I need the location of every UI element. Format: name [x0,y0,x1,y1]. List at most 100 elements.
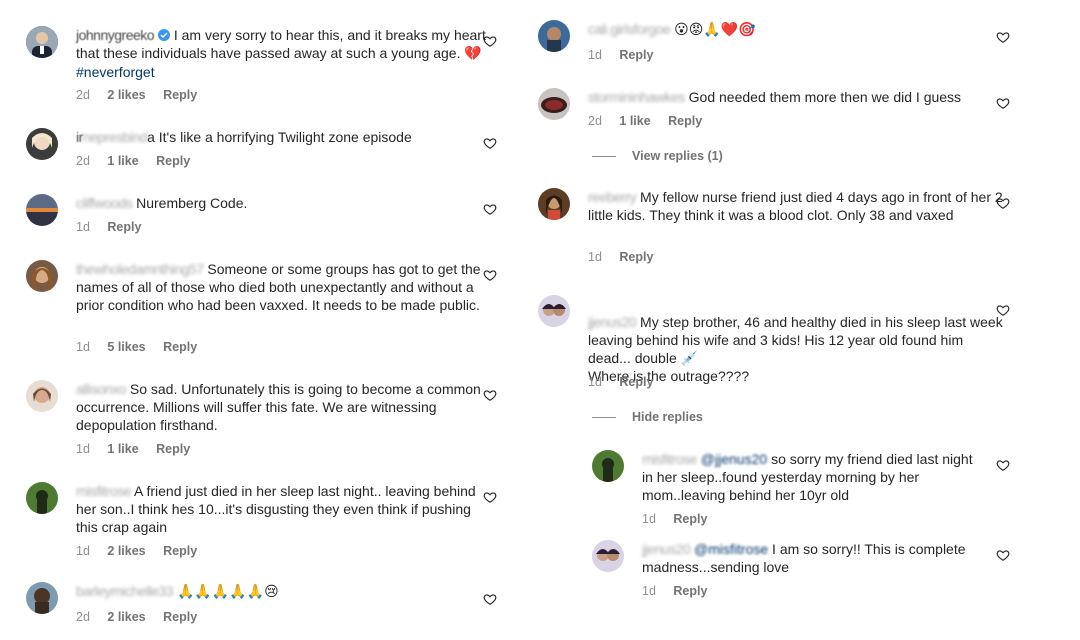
reply-button[interactable]: Reply [163,88,197,102]
like-heart-icon[interactable] [996,458,1010,472]
avatar[interactable] [538,188,570,220]
likes-count[interactable]: 1 like [107,154,138,168]
reply-button[interactable]: Reply [619,375,653,389]
avatar[interactable] [538,20,570,52]
comment: reeberry My fellow nurse friend just die… [538,188,1018,268]
comment-meta: 1d Reply [588,250,667,264]
comment: irnepresbinda It's like a horrifying Twi… [26,128,506,172]
reply-button[interactable]: Reply [163,340,197,354]
view-replies-button[interactable]: View replies (1) [592,149,723,163]
reply-meta: 1d Reply [642,584,721,598]
likes-count[interactable]: 2 likes [107,544,145,558]
avatar[interactable] [26,582,58,614]
reply-button[interactable]: Reply [163,610,197,624]
comment-age: 1d [588,375,602,389]
comment-text: 🙏🙏🙏🙏🙏😢 [176,584,279,600]
like-heart-icon[interactable] [483,34,497,48]
comment-text: My step brother, 46 and healthy died in … [588,314,1003,384]
avatar[interactable] [538,295,570,327]
reply-button[interactable]: Reply [107,220,141,234]
avatar[interactable] [538,88,570,120]
reply-username-redacted[interactable]: misfitrose [642,451,697,467]
comment-age: 1d [76,442,90,456]
comment-username-redacted[interactable]: misfitrose [76,483,131,499]
comment-age: 1d [76,220,90,234]
avatar[interactable] [26,128,58,160]
like-heart-icon[interactable] [996,96,1010,110]
like-heart-icon[interactable] [483,268,497,282]
comment-username-redacted[interactable]: jjenus20 [588,314,637,330]
reply-comment: jjenus20 @misfitrose I am so sorry!! Thi… [592,540,1022,605]
reply-button[interactable]: Reply [619,250,653,264]
likes-count[interactable]: 1 like [107,442,138,456]
like-heart-icon[interactable] [996,303,1010,317]
like-heart-icon[interactable] [996,30,1010,44]
comment-age: 2d [76,610,90,624]
comment-text: My fellow nurse friend just died 4 days … [588,189,1003,223]
avatar[interactable] [26,260,58,292]
comment-meta: 2d 1 like Reply [76,154,204,168]
comment-username-redacted[interactable]: thewholedamnthing57 [76,261,204,277]
comment-text: God needed them more then we did I guess [688,89,962,105]
comment: cali.girlsforgoe 😮😡🙏❤️🎯 1d Reply [538,20,1018,64]
mention-link[interactable]: @misfitrose [694,541,768,557]
hide-replies-button[interactable]: Hide replies [592,410,703,424]
reply-button[interactable]: Reply [156,442,190,456]
comment-username[interactable]: ir [76,129,83,145]
reply-button[interactable]: Reply [673,512,707,526]
comment-username-redacted[interactable]: cali.girlsforgoe [588,21,671,37]
hide-replies-label[interactable]: Hide replies [632,410,703,424]
replies-divider [592,155,616,157]
avatar[interactable] [26,482,58,514]
comment-username-redacted[interactable]: barleymichelle33 [76,583,174,599]
comment: thewholedamnthing57 Someone or some grou… [26,260,506,360]
like-heart-icon[interactable] [996,548,1010,562]
avatar[interactable] [26,194,58,226]
comment-username-redacted[interactable]: allisonxo [76,381,126,397]
reply-age: 1d [642,584,656,598]
avatar[interactable] [592,540,624,572]
comment-text: It's like a horrifying Twilight zone epi… [158,129,412,145]
comment-username[interactable]: johnnygreeko [76,27,155,43]
comment: misfitrose A friend just died in her sle… [26,482,506,562]
comment-meta: 2d 1 like Reply [588,114,716,128]
avatar[interactable] [26,380,58,412]
like-heart-icon[interactable] [996,196,1010,210]
reply-button[interactable]: Reply [668,114,702,128]
likes-count[interactable]: 1 like [619,114,650,128]
likes-count[interactable]: 5 likes [107,340,145,354]
likes-count[interactable]: 2 likes [107,88,145,102]
like-heart-icon[interactable] [483,136,497,150]
comment: jjenus20 My step brother, 46 and healthy… [538,295,1018,395]
comment-age: 1d [76,340,90,354]
comment-username-redacted[interactable]: cliffwoods [76,195,133,211]
likes-count[interactable]: 2 likes [107,610,145,624]
comment-text: 😮😡🙏❤️🎯 [674,22,756,38]
hashtag-link[interactable]: #neverforget [76,64,155,80]
avatar[interactable] [26,26,58,58]
comment-username-redacted: nepresbind [82,129,148,145]
comment-age: 2d [76,154,90,168]
like-heart-icon[interactable] [483,592,497,606]
avatar[interactable] [592,450,624,482]
reply-button[interactable]: Reply [673,584,707,598]
reply-text: I am so sorry!! This is complete madness… [642,541,966,575]
like-heart-icon[interactable] [483,388,497,402]
comment-username-redacted[interactable]: reeberry [588,189,637,205]
reply-button[interactable]: Reply [163,544,197,558]
mention-link[interactable]: @jjenus20 [701,451,767,467]
like-heart-icon[interactable] [483,490,497,504]
replies-divider [592,416,616,418]
reply-username-redacted[interactable]: jjenus20 [642,541,691,557]
comment-text: So sad. Unfortunately this is going to b… [76,381,481,433]
reply-age: 1d [642,512,656,526]
comment-username-redacted[interactable]: stormininhawkes [588,89,685,105]
comment-meta: 1d Reply [588,48,667,62]
view-replies-label[interactable]: View replies (1) [632,149,723,163]
like-heart-icon[interactable] [483,202,497,216]
comment-meta: 1d 1 like Reply [76,442,204,456]
comment-meta: 1d 5 likes Reply [76,340,211,354]
reply-meta: 1d Reply [642,512,721,526]
reply-button[interactable]: Reply [619,48,653,62]
reply-button[interactable]: Reply [156,154,190,168]
